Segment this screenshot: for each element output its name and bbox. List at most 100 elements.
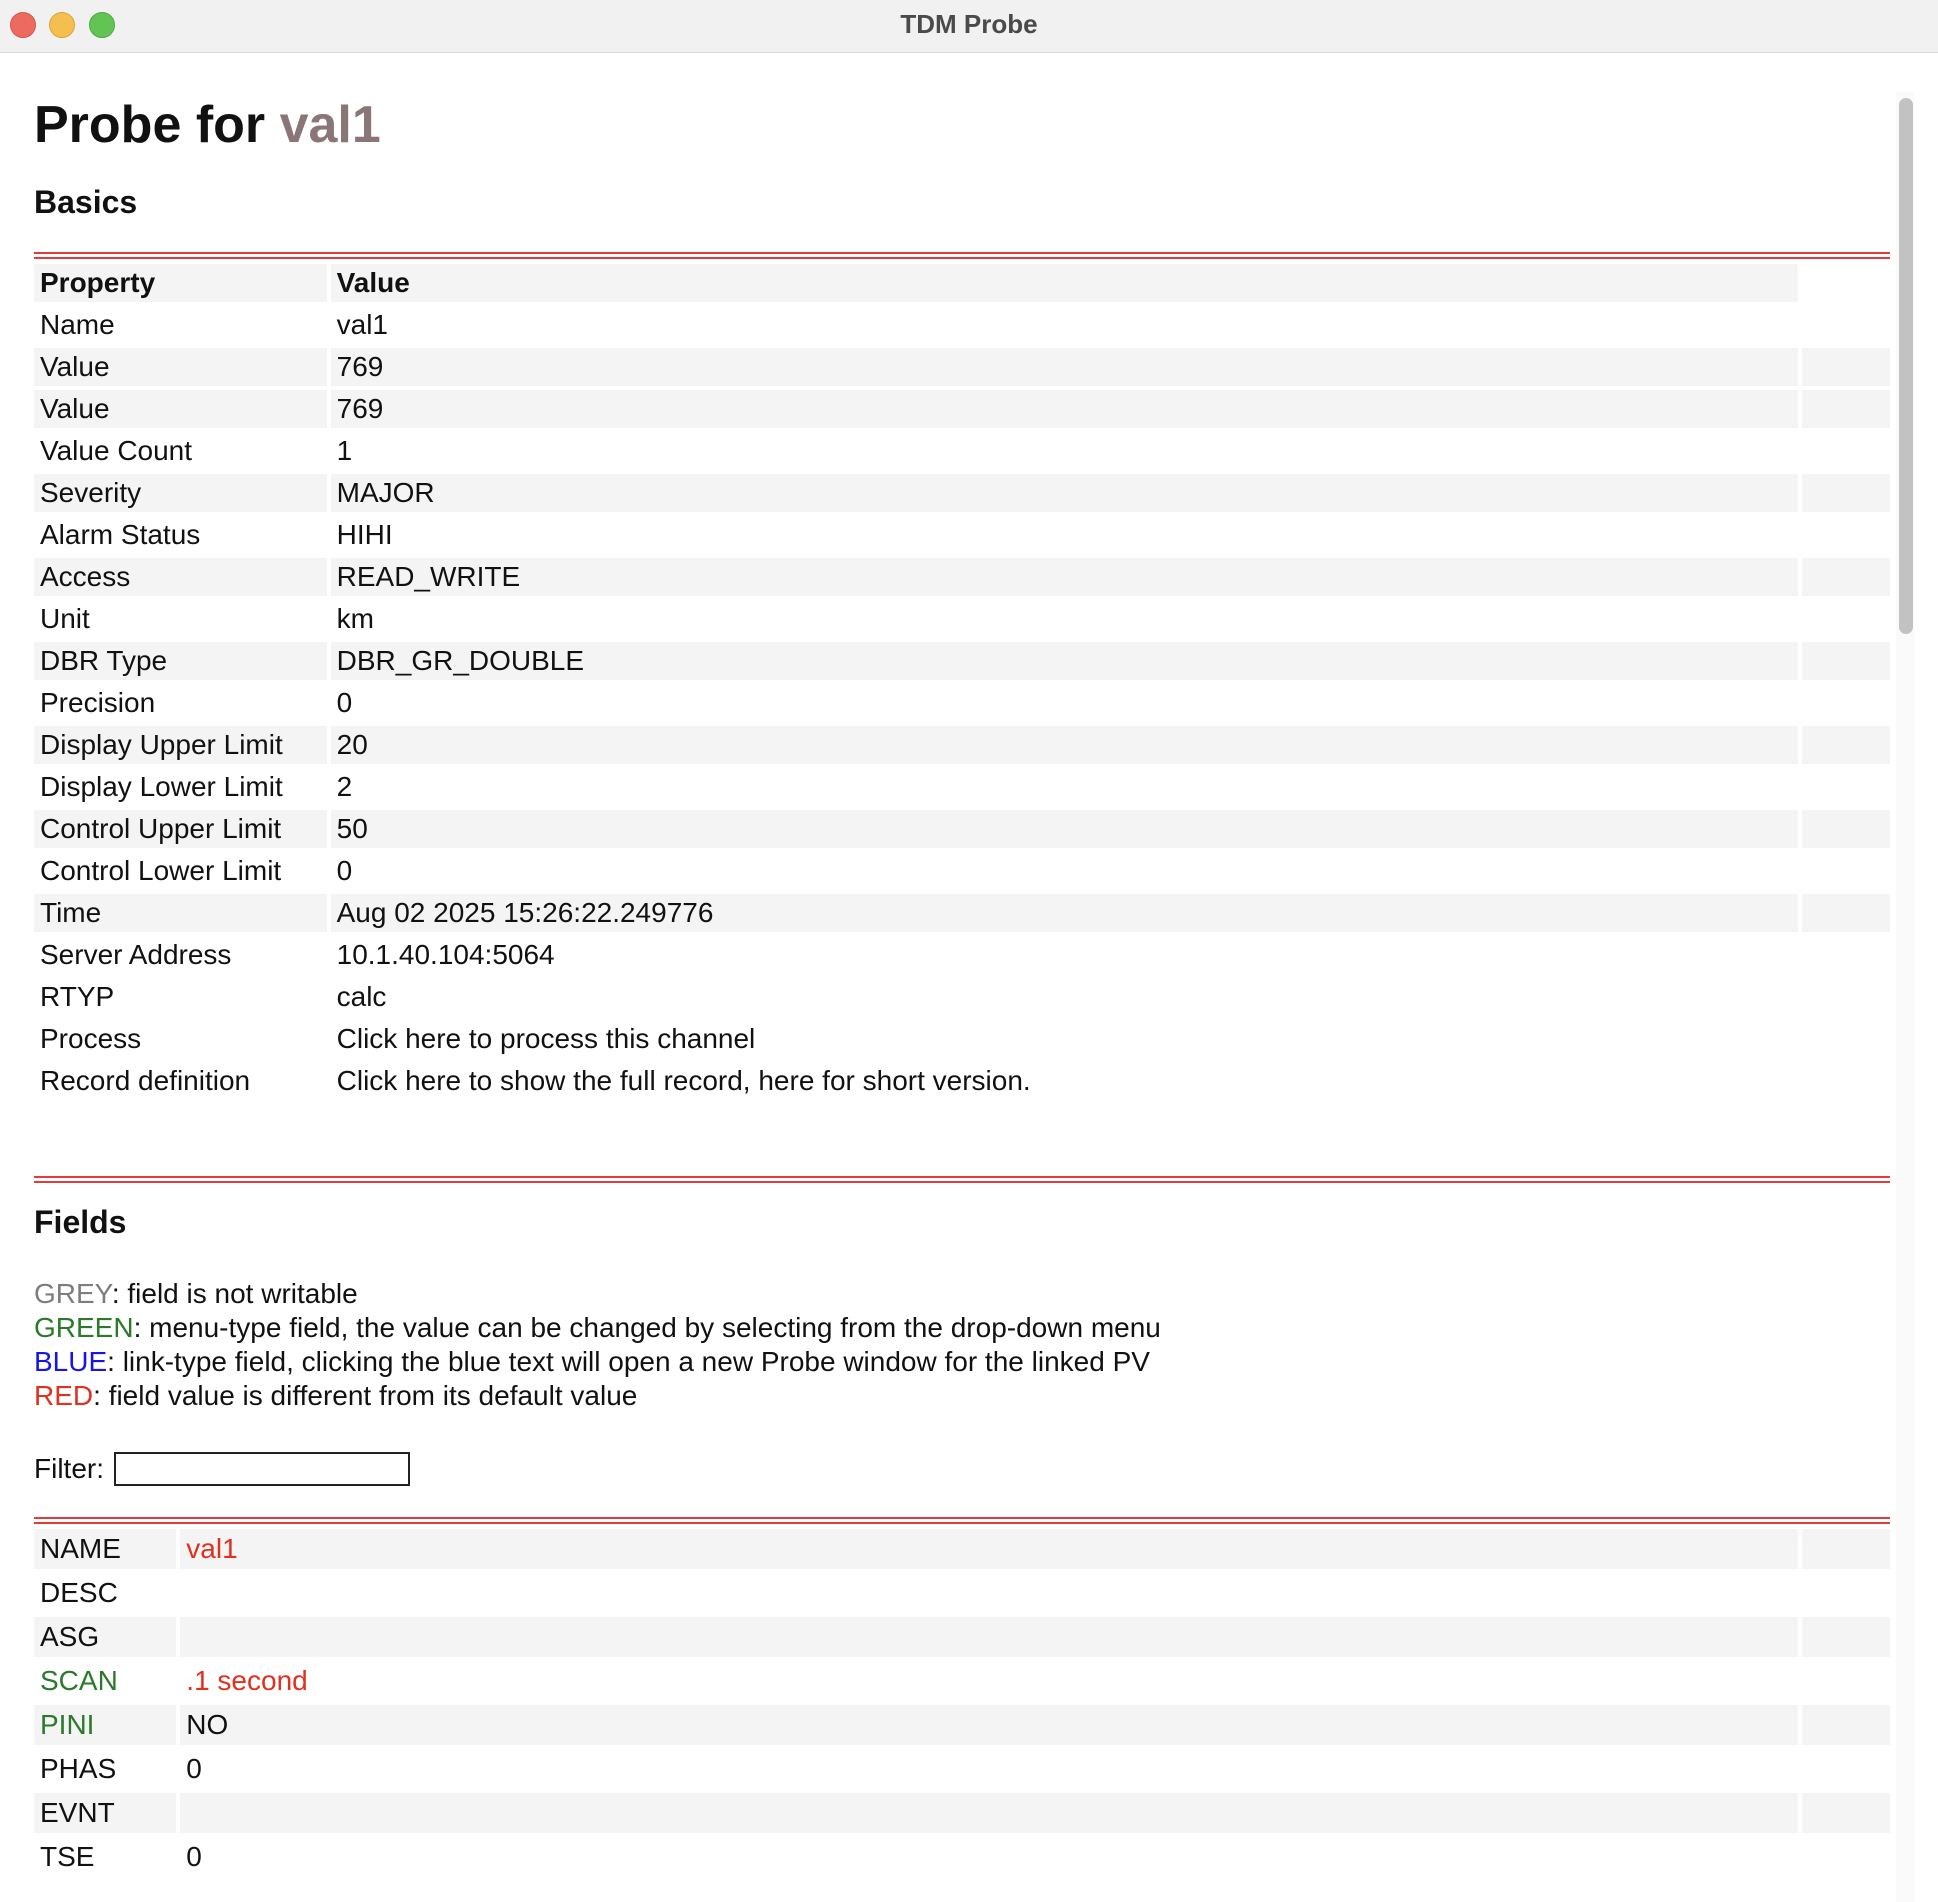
field-name: EVNT <box>34 1793 177 1833</box>
property-name: Process <box>40 1023 142 1054</box>
field-value[interactable]: 0 <box>180 1749 1798 1789</box>
field-value[interactable] <box>180 1793 1798 1833</box>
property-value: 1 <box>336 435 353 466</box>
empty-cell <box>1802 978 1890 1016</box>
empty-cell <box>1802 936 1890 974</box>
property-value: val1 <box>336 309 388 340</box>
property-name: Server Address <box>40 939 232 970</box>
basics-row: DBR Type DBR_GR_DOUBLE <box>34 642 1890 680</box>
empty-cell <box>1801 726 1890 764</box>
field-value-menu[interactable]: NO <box>180 1705 1798 1745</box>
empty-cell <box>1801 474 1890 512</box>
basics-row: Access READ_WRITE <box>34 558 1890 596</box>
property-name: Alarm Status <box>40 519 201 550</box>
record-definition-link[interactable]: Click here to show the full record, here… <box>331 1062 1798 1100</box>
legend-text: : menu-type field, the value can be chan… <box>133 1312 1161 1343</box>
field-name: NAME <box>34 1529 177 1569</box>
empty-cell <box>1802 852 1890 890</box>
probe-window: TDM Probe Probe for val1 Basics Property… <box>0 0 1938 1902</box>
legend-text: : field is not writable <box>111 1278 358 1309</box>
field-row: DESC <box>34 1573 1890 1613</box>
legend-text: : link-type field, clicking the blue tex… <box>107 1346 1150 1377</box>
empty-cell <box>1801 1529 1890 1569</box>
property-value: 20 <box>330 726 1798 764</box>
basics-row: Precision 0 <box>34 684 1890 722</box>
basics-row: Value Count 1 <box>34 432 1890 470</box>
property-name: Display Upper Limit <box>34 726 327 764</box>
field-value-menu[interactable]: .1 second <box>180 1661 1798 1701</box>
legend-line: RED: field value is different from its d… <box>34 1379 1161 1413</box>
page-title: Probe for val1 <box>34 94 381 156</box>
legend-key-blue: BLUE <box>34 1346 108 1377</box>
empty-cell <box>1801 1793 1890 1833</box>
field-name: TSE <box>40 1841 95 1872</box>
property-name: Name <box>40 309 115 340</box>
property-value: 2 <box>336 771 353 802</box>
property-value: READ_WRITE <box>330 558 1798 596</box>
empty-cell <box>1802 1749 1890 1789</box>
content-area: Probe for val1 Basics Property Value Nam… <box>34 52 1890 1902</box>
field-name: PHAS <box>40 1753 117 1784</box>
empty-cell <box>1802 306 1890 344</box>
empty-cell <box>1801 642 1890 680</box>
filter-input[interactable] <box>114 1452 410 1486</box>
property-value: 769 <box>330 390 1798 428</box>
window-title: TDM Probe <box>900 9 1038 39</box>
basics-row: Record definition Click here to show the … <box>34 1062 1890 1100</box>
property-value: 10.1.40.104:5064 <box>336 939 555 970</box>
legend-key-grey: GREY <box>34 1278 112 1309</box>
basics-row: Server Address 10.1.40.104:5064 <box>34 936 1890 974</box>
empty-cell <box>1802 1661 1890 1701</box>
field-value[interactable]: 0 <box>180 1837 1798 1877</box>
color-legend: GREY: field is not writable GREEN: menu-… <box>34 1277 1161 1413</box>
basics-row: Display Lower Limit 2 <box>34 768 1890 806</box>
basics-row: Severity MAJOR <box>34 474 1890 512</box>
empty-cell <box>1802 600 1890 638</box>
process-channel-link[interactable]: Click here to process this channel <box>331 1020 1798 1058</box>
page-title-prefix: Probe for <box>34 96 266 154</box>
field-row: SCAN .1 second <box>34 1661 1890 1701</box>
empty-cell <box>1802 1573 1890 1613</box>
empty-cell <box>1802 432 1890 470</box>
property-name: Time <box>34 894 327 932</box>
field-row: PHAS 0 <box>34 1749 1890 1789</box>
property-name: Record definition <box>40 1065 251 1096</box>
property-name: DBR Type <box>34 642 327 680</box>
property-name: Value <box>34 390 327 428</box>
scrollbar-thumb[interactable] <box>1899 98 1913 634</box>
field-row: TSE 0 <box>34 1837 1890 1877</box>
basics-top-rule <box>34 252 1890 259</box>
empty-cell <box>1801 810 1890 848</box>
title-bar: TDM Probe <box>0 0 1938 53</box>
basics-header-row: Property Value <box>34 264 1890 302</box>
property-value: DBR_GR_DOUBLE <box>330 642 1798 680</box>
property-name: Value <box>34 348 327 386</box>
field-row: PINI NO <box>34 1705 1890 1745</box>
property-name: RTYP <box>40 981 115 1012</box>
basics-row: Process Click here to process this channe… <box>34 1020 1890 1058</box>
basics-bottom-rule <box>34 1176 1890 1183</box>
empty-cell <box>1802 768 1890 806</box>
empty-cell <box>1802 1020 1890 1058</box>
field-value: val1 <box>180 1529 1798 1569</box>
basics-row: RTYP calc <box>34 978 1890 1016</box>
property-value: Aug 02 2025 15:26:22.249776 <box>330 894 1798 932</box>
pv-name: val1 <box>279 96 381 154</box>
empty-cell <box>1801 1617 1890 1657</box>
field-value[interactable] <box>180 1617 1798 1657</box>
property-name: Control Upper Limit <box>34 810 327 848</box>
fields-table: NAME val1 DESC ASG SCAN .1 second PINI NO P… <box>34 1525 1890 1881</box>
legend-key-red: RED <box>34 1380 94 1411</box>
empty-cell <box>1802 516 1890 554</box>
property-name: Access <box>34 558 327 596</box>
filter-label: Filter: <box>34 1453 104 1484</box>
basics-row: Value 769 <box>34 348 1890 386</box>
empty-cell <box>1801 348 1890 386</box>
basics-row: Name val1 <box>34 306 1890 344</box>
field-name: PINI <box>34 1705 177 1745</box>
empty-cell <box>1802 684 1890 722</box>
property-name: Severity <box>34 474 327 512</box>
field-value[interactable] <box>180 1573 1798 1613</box>
field-name: ASG <box>34 1617 177 1657</box>
property-column-header: Property <box>34 264 327 302</box>
